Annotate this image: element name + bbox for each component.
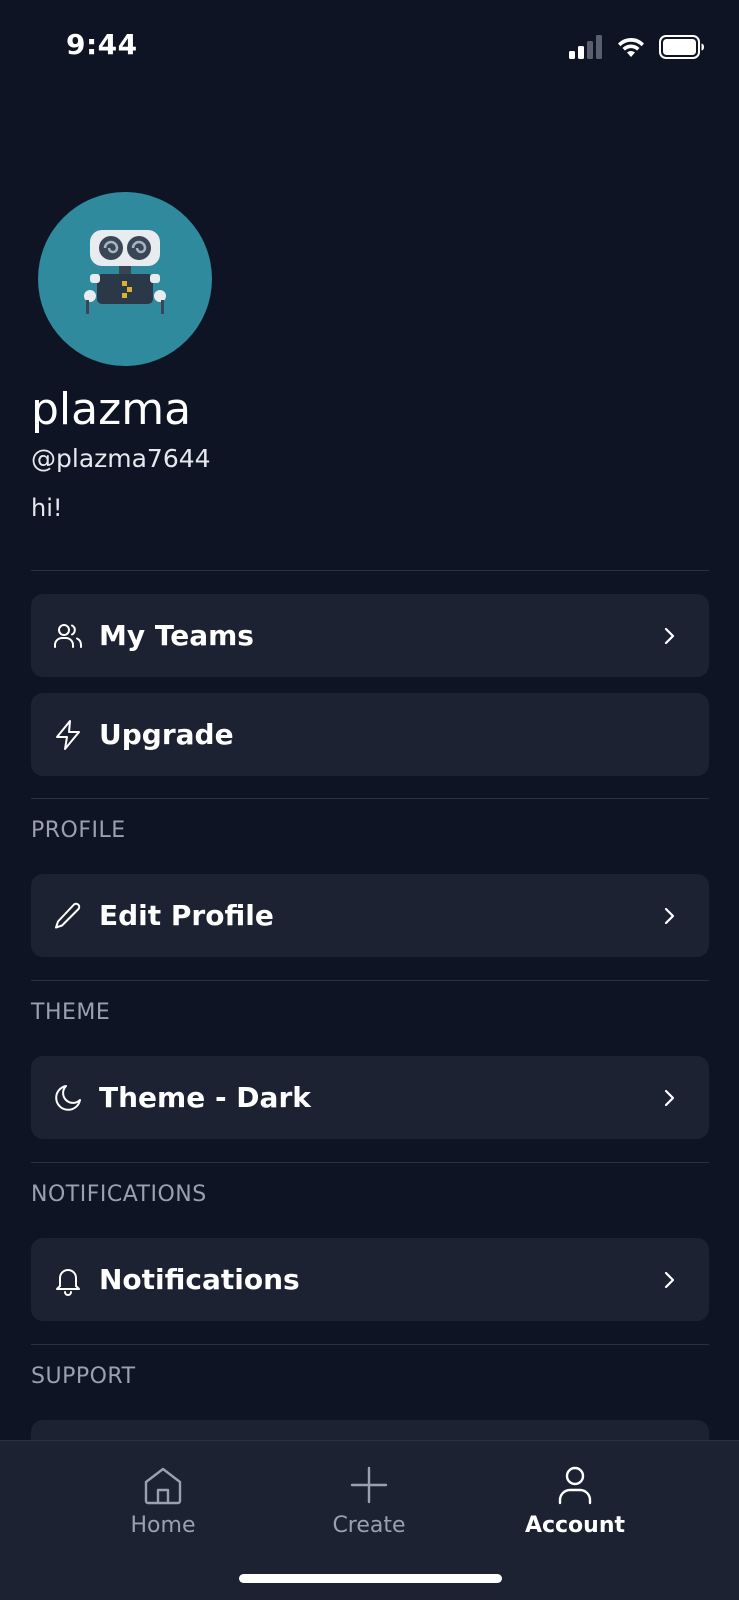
status-bar: 9:44: [0, 0, 739, 96]
chevron-right-icon: [664, 1089, 675, 1106]
tab-home[interactable]: Home: [83, 1463, 243, 1563]
my-teams-button[interactable]: My Teams: [31, 594, 709, 677]
tab-create-label: Create: [332, 1513, 406, 1538]
notifications-button[interactable]: Notifications: [31, 1238, 709, 1321]
home-indicator[interactable]: [239, 1574, 502, 1583]
section-label-theme: THEME: [31, 1000, 111, 1025]
edit-profile-button[interactable]: Edit Profile: [31, 874, 709, 957]
tab-account[interactable]: Account: [495, 1463, 655, 1563]
upgrade-button[interactable]: Upgrade: [31, 693, 709, 776]
divider: [31, 1344, 709, 1345]
battery-icon: [659, 35, 704, 59]
chevron-right-icon: [664, 1271, 675, 1288]
avatar[interactable]: [38, 192, 212, 366]
chevron-right-icon: [664, 627, 675, 644]
section-label-notifications: NOTIFICATIONS: [31, 1182, 207, 1207]
lightning-icon: [51, 718, 85, 752]
divider: [31, 980, 709, 981]
section-label-profile: PROFILE: [31, 818, 126, 843]
chevron-right-icon: [664, 907, 675, 924]
cellular-signal-icon: [569, 35, 602, 59]
user-icon: [558, 1466, 592, 1505]
users-icon: [51, 619, 85, 653]
divider: [31, 570, 709, 571]
tab-create[interactable]: Create: [289, 1463, 449, 1563]
section-label-support: SUPPORT: [31, 1364, 136, 1389]
tab-home-label: Home: [130, 1513, 196, 1538]
display-name: plazma: [31, 384, 192, 435]
status-icons: [569, 34, 705, 60]
plus-icon: [350, 1466, 388, 1504]
theme-label: Theme - Dark: [99, 1081, 311, 1114]
moon-icon: [51, 1081, 85, 1115]
pencil-icon: [51, 899, 85, 933]
edit-profile-label: Edit Profile: [99, 899, 274, 932]
notifications-label: Notifications: [99, 1263, 300, 1296]
tab-account-label: Account: [524, 1513, 626, 1538]
username: @plazma7644: [31, 444, 211, 473]
robot-avatar-icon: [84, 230, 166, 314]
status-time: 9:44: [66, 28, 138, 61]
divider: [31, 798, 709, 799]
bio: hi!: [31, 494, 63, 522]
upgrade-label: Upgrade: [99, 718, 234, 751]
bell-icon: [51, 1263, 85, 1297]
home-icon: [144, 1467, 182, 1505]
divider: [31, 1162, 709, 1163]
wifi-icon: [618, 37, 644, 57]
my-teams-label: My Teams: [99, 619, 254, 652]
theme-button[interactable]: Theme - Dark: [31, 1056, 709, 1139]
